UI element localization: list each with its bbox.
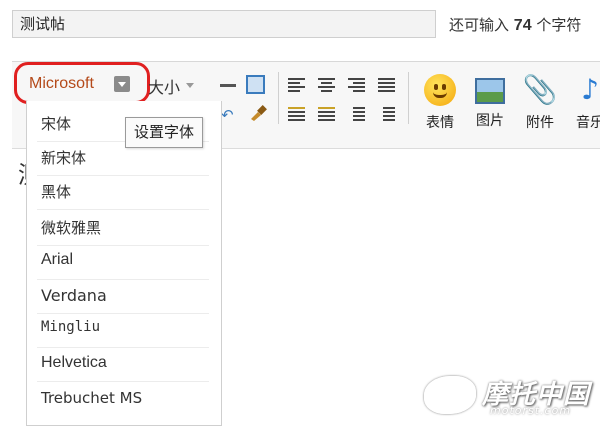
char-counter: 还可输入 74 个字符 [449, 14, 581, 35]
option-divider [37, 209, 209, 210]
image-icon [475, 78, 505, 104]
font-option[interactable]: 微软雅黑 [41, 217, 101, 238]
dropdown-arrow-icon[interactable] [114, 76, 130, 92]
attachment-button[interactable]: 📎 附件 [520, 74, 560, 132]
font-family-value: Microsoft [29, 75, 94, 92]
emoticon-label: 表情 [426, 115, 454, 131]
font-option[interactable]: Mingliu [41, 319, 100, 335]
font-option[interactable]: 新宋体 [41, 147, 86, 168]
font-family-dropdown[interactable]: 宋体 新宋体 黑体 微软雅黑 Arial Verdana Mingliu Hel… [26, 101, 222, 426]
option-divider [37, 245, 209, 246]
option-divider [37, 381, 209, 382]
paperclip-icon: 📎 [522, 73, 558, 106]
table-icon[interactable] [246, 75, 265, 94]
emoticon-button[interactable]: 表情 [420, 74, 460, 132]
float-right-icon[interactable] [318, 107, 335, 123]
watermark-url: motorst.com [490, 404, 572, 417]
font-family-select[interactable]: Microsoft [26, 72, 136, 96]
option-divider [37, 313, 209, 314]
image-button[interactable]: 图片 [470, 74, 510, 130]
smiley-icon [424, 74, 456, 106]
font-option[interactable]: Verdana [41, 286, 107, 305]
undo-icon[interactable]: ↶ [221, 106, 234, 124]
tooltip: 设置字体 [125, 117, 204, 148]
font-option[interactable]: 宋体 [41, 113, 71, 134]
post-title-input[interactable]: 测试帖 [12, 10, 436, 38]
watermark-logo-icon [424, 376, 476, 414]
char-counter-value: 74 [513, 17, 532, 34]
music-label: 音乐 [576, 115, 600, 131]
attachment-label: 附件 [526, 115, 554, 131]
music-button[interactable]: ♪ 音乐 [570, 74, 600, 132]
format-brush-icon[interactable] [248, 104, 268, 122]
ordered-list-icon[interactable] [348, 107, 365, 123]
watermark: 摩托中国 motorst.com [420, 372, 595, 420]
align-justify-icon[interactable] [378, 78, 395, 94]
float-left-icon[interactable] [288, 107, 305, 123]
option-divider [37, 175, 209, 176]
font-option[interactable]: 黑体 [41, 181, 71, 202]
align-center-icon[interactable] [318, 78, 335, 94]
font-option[interactable]: Arial [41, 251, 73, 269]
align-left-icon[interactable] [288, 78, 305, 94]
char-counter-suffix: 个字符 [536, 16, 582, 34]
option-divider [37, 279, 209, 280]
align-right-icon[interactable] [348, 78, 365, 94]
font-option[interactable]: Helvetica [41, 354, 107, 372]
font-option[interactable]: Trebuchet MS [41, 389, 142, 407]
font-size-select[interactable]: 大小 [148, 74, 194, 98]
toolbar-divider [408, 72, 409, 124]
char-counter-prefix: 还可输入 [449, 16, 510, 34]
unordered-list-icon[interactable] [378, 107, 395, 123]
image-label: 图片 [476, 113, 504, 129]
option-divider [37, 347, 209, 348]
toolbar-divider [278, 72, 279, 124]
chevron-down-icon [186, 83, 194, 88]
font-size-label: 大小 [148, 78, 181, 97]
music-note-icon: ♪ [581, 73, 599, 106]
horizontal-rule-icon[interactable] [220, 84, 236, 87]
